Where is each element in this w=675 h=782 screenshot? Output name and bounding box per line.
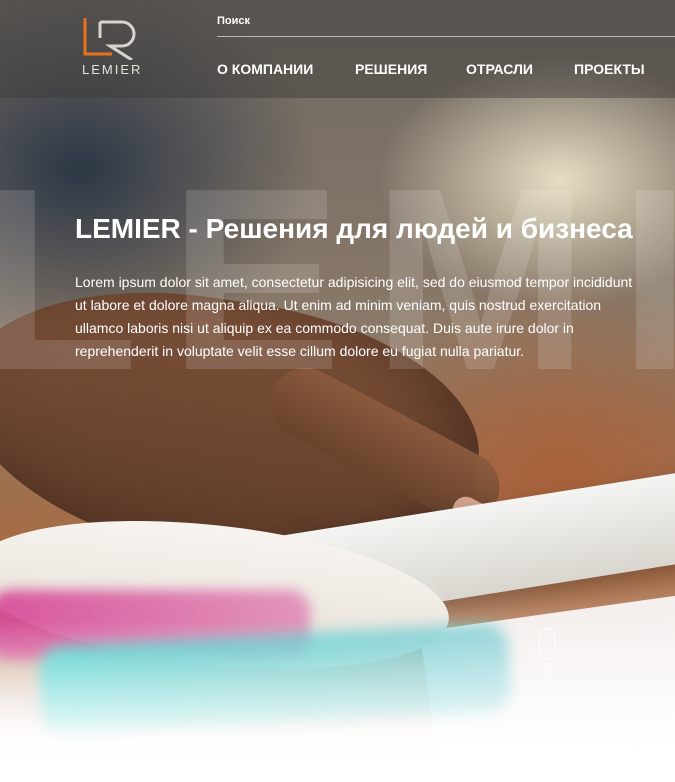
hero-title: LEMIER - Решения для людей и бизнеса [75,213,633,244]
site-header: LEMIER Поиск О КОМПАНИИ РЕШЕНИЯ ОТРАСЛИ … [0,0,675,98]
search-input[interactable]: Поиск [217,15,250,27]
mouse-scroll-down-icon[interactable] [537,628,557,680]
bottom-fade [0,620,675,782]
main-navigation: О КОМПАНИИ РЕШЕНИЯ ОТРАСЛИ ПРОЕКТЫ [0,61,675,81]
nav-item-solutions[interactable]: РЕШЕНИЯ [355,61,427,77]
nav-item-company[interactable]: О КОМПАНИИ [217,61,313,77]
nav-item-projects[interactable]: ПРОЕКТЫ [574,61,645,77]
lr-monogram-icon [83,18,136,62]
nav-item-industries[interactable]: ОТРАСЛИ [466,61,533,77]
hero-description: Lorem ipsum dolor sit amet, consectetur … [75,274,633,359]
hero-section: LEMIER LEMIER - Решения для людей и бизн… [0,0,675,782]
search-underline [217,36,675,37]
